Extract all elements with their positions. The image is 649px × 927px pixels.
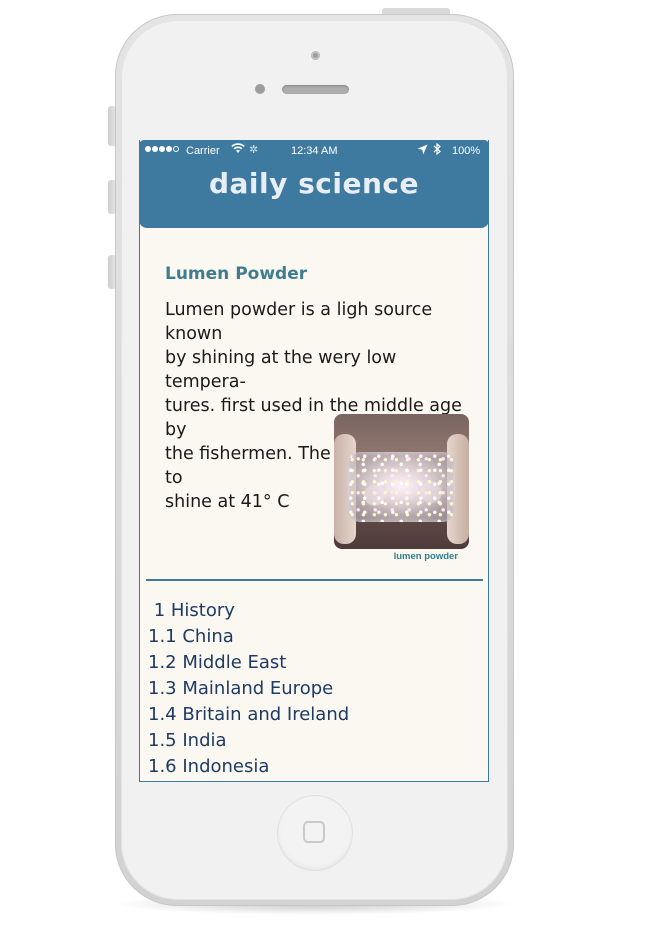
- status-bar: Carrier ✲ 12:34 AM 100%: [139, 142, 489, 160]
- location-arrow-icon: [417, 144, 428, 158]
- toc-item-middle-east[interactable]: 1.2 Middle East: [148, 650, 349, 676]
- toc-item-mainland-europe[interactable]: 1.3 Mainland Europe: [148, 676, 349, 702]
- section-divider: [146, 579, 483, 581]
- app-title: daily science: [208, 167, 419, 200]
- earpiece-speaker: [282, 85, 349, 94]
- wifi-icon: [231, 143, 245, 157]
- signal-dot: [159, 146, 165, 152]
- signal-dot: [145, 146, 151, 152]
- image-caption: lumen powder: [393, 551, 458, 562]
- battery-label: 100%: [452, 145, 481, 157]
- glowing-jar: [348, 452, 455, 522]
- signal-dot: [166, 146, 172, 152]
- article-heading: Lumen Powder: [165, 264, 308, 284]
- proximity-sensor: [255, 84, 265, 94]
- article-line: by shining at the wery low tempera-: [165, 348, 397, 392]
- status-time: 12:34 AM: [291, 145, 338, 157]
- toc-item-indonesia[interactable]: 1.6 Indonesia: [148, 754, 349, 780]
- article-line: Lumen powder is a ligh source known: [165, 300, 433, 344]
- home-square-icon: [303, 821, 325, 843]
- toc-item-britain-ireland[interactable]: 1.4 Britain and Ireland: [148, 702, 349, 728]
- signal-dot: [152, 146, 158, 152]
- signal-dot: [173, 146, 179, 152]
- table-of-contents: 1 History 1.1 China 1.2 Middle East 1.3 …: [148, 598, 349, 780]
- carrier-label: Carrier: [186, 145, 220, 157]
- signal-strength-icon: [145, 146, 179, 152]
- lumen-powder-image[interactable]: [334, 414, 469, 549]
- toc-item-china[interactable]: 1.1 China: [148, 624, 349, 650]
- toc-item-india[interactable]: 1.5 India: [148, 728, 349, 754]
- front-camera: [311, 51, 320, 60]
- toc-item-history[interactable]: 1 History: [148, 598, 349, 624]
- bluetooth-icon: [433, 142, 441, 158]
- spinner-icon: ✲: [249, 144, 259, 156]
